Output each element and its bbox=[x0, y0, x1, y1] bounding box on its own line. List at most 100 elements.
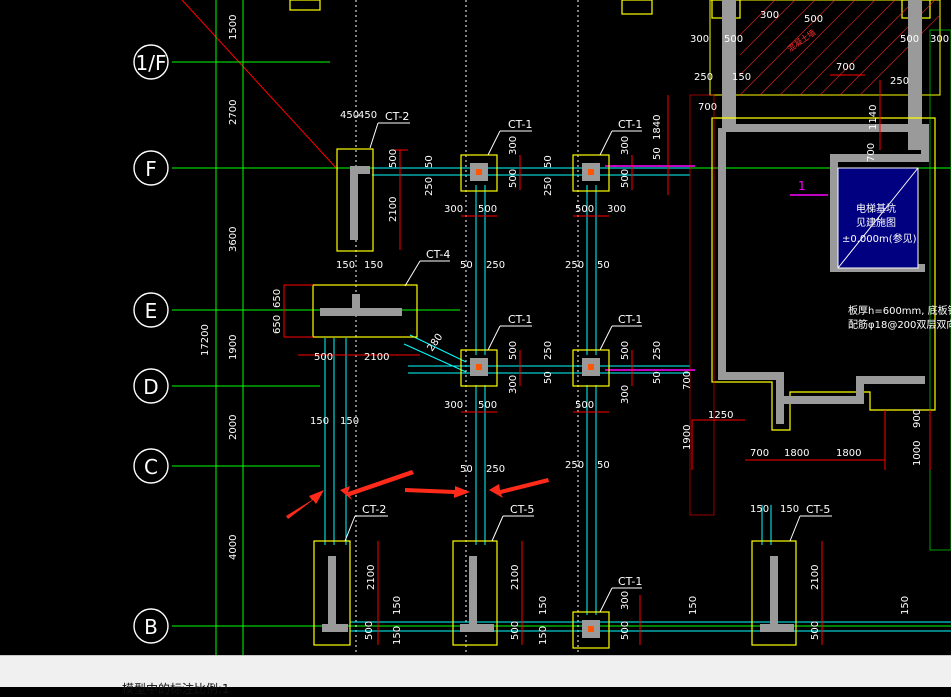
dim-17200: 17200 bbox=[200, 324, 211, 356]
svg-text:150: 150 bbox=[364, 260, 383, 271]
svg-text:500: 500 bbox=[478, 204, 497, 215]
svg-text:500: 500 bbox=[364, 621, 375, 640]
svg-text:300: 300 bbox=[508, 375, 519, 394]
vertical-column-lines bbox=[355, 0, 579, 655]
svg-text:500: 500 bbox=[804, 14, 823, 25]
pit-note-3: ±0.000m(参见) bbox=[842, 232, 917, 245]
dim-2700: 2700 bbox=[228, 100, 239, 125]
svg-text:1900: 1900 bbox=[682, 425, 693, 450]
cad-drawing-canvas[interactable]: 1/F F E D C B 1500 2700 3600 1900 2000 4… bbox=[0, 0, 951, 655]
axis-label-1f: 1/F bbox=[136, 51, 167, 75]
dim-3600: 3600 bbox=[228, 227, 239, 252]
svg-text:1800: 1800 bbox=[836, 448, 861, 459]
svg-text:50: 50 bbox=[652, 371, 663, 384]
svg-text:300: 300 bbox=[760, 10, 779, 21]
svg-text:500: 500 bbox=[575, 400, 594, 411]
axis-label-d: D bbox=[143, 375, 158, 399]
svg-text:50: 50 bbox=[543, 371, 554, 384]
cap-label-ct2-bottom: CT-2 bbox=[362, 503, 386, 516]
svg-text:2100: 2100 bbox=[810, 565, 821, 590]
svg-text:2100: 2100 bbox=[388, 197, 399, 222]
cap-label-ct1-2: CT-1 bbox=[618, 118, 642, 131]
svg-text:300: 300 bbox=[620, 385, 631, 404]
svg-text:150: 150 bbox=[336, 260, 355, 271]
cap-label-ct5-1: CT-5 bbox=[510, 503, 534, 516]
svg-text:300: 300 bbox=[620, 591, 631, 610]
svg-text:250: 250 bbox=[694, 72, 713, 83]
svg-text:300: 300 bbox=[607, 204, 626, 215]
cap-label-ct2-top: CT-2 bbox=[385, 110, 409, 123]
cap-label-ct1-4: CT-1 bbox=[618, 313, 642, 326]
left-dimension-texts: 1500 2700 3600 1900 2000 4000 17200 bbox=[200, 15, 239, 560]
svg-text:150: 150 bbox=[392, 596, 403, 615]
svg-text:500: 500 bbox=[478, 400, 497, 411]
svg-text:1800: 1800 bbox=[784, 448, 809, 459]
svg-text:250: 250 bbox=[486, 464, 505, 475]
svg-text:250: 250 bbox=[486, 260, 505, 271]
axis-label-c: C bbox=[144, 455, 158, 479]
svg-text:150: 150 bbox=[688, 596, 699, 615]
dim-1500: 1500 bbox=[228, 15, 239, 40]
svg-text:300: 300 bbox=[444, 400, 463, 411]
arrow-2 bbox=[340, 470, 414, 500]
cap-label-ct4: CT-4 bbox=[426, 248, 450, 261]
svg-text:500: 500 bbox=[620, 341, 631, 360]
svg-text:150: 150 bbox=[538, 596, 549, 615]
svg-text:50: 50 bbox=[543, 155, 554, 168]
svg-text:300: 300 bbox=[690, 34, 709, 45]
svg-text:50: 50 bbox=[460, 260, 473, 271]
svg-text:650: 650 bbox=[272, 315, 283, 334]
svg-text:1000: 1000 bbox=[912, 441, 923, 466]
axis-labels: 1/F F E D C B bbox=[136, 51, 167, 639]
svg-text:500: 500 bbox=[508, 169, 519, 188]
status-bar: 模型中的标注比例:1 bbox=[0, 655, 951, 696]
svg-text:700: 700 bbox=[682, 371, 693, 390]
section-marker: 1 bbox=[798, 179, 806, 193]
svg-text:500: 500 bbox=[724, 34, 743, 45]
svg-text:500: 500 bbox=[510, 621, 521, 640]
status-bar-text: 模型中的标注比例:1 bbox=[122, 682, 230, 696]
cap-label-ct1-3: CT-1 bbox=[508, 313, 532, 326]
svg-text:300: 300 bbox=[930, 34, 949, 45]
svg-text:2100: 2100 bbox=[366, 565, 377, 590]
pit-note-2: 见建施图 bbox=[856, 216, 896, 229]
hatch-note: 混凝土墙 bbox=[785, 27, 817, 54]
svg-text:500: 500 bbox=[314, 352, 333, 363]
axis-label-f: F bbox=[145, 157, 157, 181]
svg-text:900: 900 bbox=[912, 409, 923, 428]
svg-text:2100: 2100 bbox=[364, 352, 389, 363]
reference-diagonal-line bbox=[181, 0, 339, 171]
svg-text:700: 700 bbox=[866, 143, 877, 162]
svg-text:450: 450 bbox=[340, 110, 359, 121]
svg-text:1140: 1140 bbox=[868, 105, 879, 130]
svg-text:250: 250 bbox=[890, 76, 909, 87]
floor-note-2: 配筋φ18@200双层双向。 bbox=[848, 318, 951, 331]
svg-text:150: 150 bbox=[310, 416, 329, 427]
svg-text:150: 150 bbox=[732, 72, 751, 83]
svg-text:50: 50 bbox=[460, 464, 473, 475]
foundation-plan-drawing: 1/F F E D C B 1500 2700 3600 1900 2000 4… bbox=[133, 0, 951, 655]
svg-text:150: 150 bbox=[392, 626, 403, 645]
cap-label-ct5-2: CT-5 bbox=[806, 503, 830, 516]
axis-label-e: E bbox=[145, 299, 158, 323]
grid-lines bbox=[172, 0, 951, 655]
dim-4000: 4000 bbox=[228, 535, 239, 560]
svg-text:150: 150 bbox=[538, 626, 549, 645]
svg-text:500: 500 bbox=[620, 169, 631, 188]
axis-bubbles bbox=[133, 44, 169, 644]
arrow-4 bbox=[489, 478, 549, 498]
magenta-beam-ends bbox=[605, 165, 695, 371]
arrow-1 bbox=[286, 490, 324, 519]
svg-text:50: 50 bbox=[597, 260, 610, 271]
svg-text:2100: 2100 bbox=[510, 565, 521, 590]
pile-caps bbox=[289, 0, 931, 649]
dim-1900: 1900 bbox=[228, 335, 239, 360]
svg-text:450: 450 bbox=[358, 110, 377, 121]
svg-text:150: 150 bbox=[750, 504, 769, 515]
svg-text:150: 150 bbox=[340, 416, 359, 427]
pit-note-1: 电梯基坑 bbox=[856, 202, 896, 215]
svg-text:500: 500 bbox=[388, 149, 399, 168]
svg-text:250: 250 bbox=[565, 460, 584, 471]
svg-text:250: 250 bbox=[424, 177, 435, 196]
svg-text:150: 150 bbox=[900, 596, 911, 615]
